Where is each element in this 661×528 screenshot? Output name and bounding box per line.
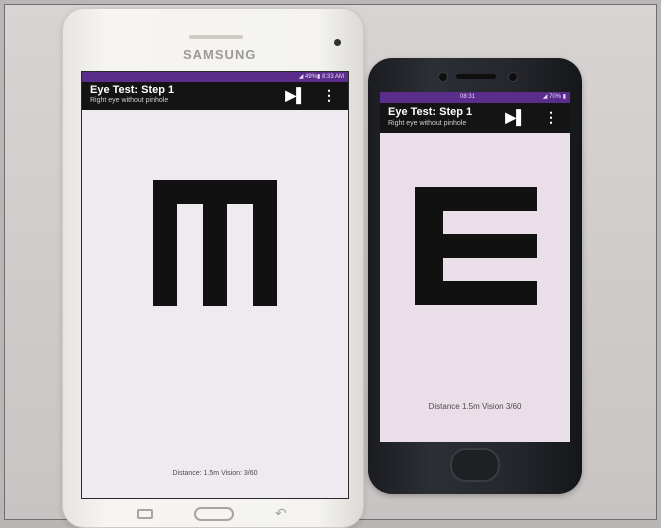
tablet-screen: ◢ 49%▮ 8:33 AM Eye Test: Step 1 Right ey… [81,71,349,499]
e-arm-bottom [415,281,537,305]
tablet-status-bar: ◢ 49%▮ 8:33 AM [82,72,348,82]
recent-apps-icon[interactable] [137,509,153,519]
e-arm-left [153,180,177,306]
overflow-menu-icon[interactable]: ⋮ [544,109,558,126]
tablet-app-bar: Eye Test: Step 1 Right eye without pinho… [82,82,348,110]
phone-app-bar: Eye Test: Step 1 Right eye without pinho… [380,103,570,133]
tablet-optotype-e[interactable] [153,180,277,306]
tablet-camera-icon [334,39,341,46]
phone-app-subtitle: Right eye without pinhole [388,120,467,127]
phone-app-title: Eye Test: Step 1 [388,106,473,118]
e-arm-middle [415,234,537,258]
tablet-distance-vision-text: Distance: 1.5m Vision: 3/60 [172,470,258,477]
tablet-app-subtitle: Right eye without pinhole [90,97,169,104]
phone-status-bar: 08:31 ◢ 70% ▮ [380,92,570,103]
skip-next-icon[interactable]: ▶▌ [285,87,306,104]
e-arm-top [415,187,537,211]
e-arm-middle [203,180,227,306]
phone-front-camera-icon [508,72,518,82]
tablet-home-button[interactable] [194,507,234,521]
photo-frame: SAMSUNG ◢ 49%▮ 8:33 AM Eye Test: Step 1 … [0,0,661,528]
skip-next-icon[interactable]: ▶▌ [505,109,526,126]
tablet-app-title: Eye Test: Step 1 [90,84,175,96]
tablet-status-indicators: ◢ 49%▮ 8:33 AM [298,74,344,80]
phone-status-indicators: ◢ 70% ▮ [542,94,566,100]
phone-home-button[interactable] [450,448,500,482]
phone-device: 08:31 ◢ 70% ▮ Eye Test: Step 1 Right eye… [368,58,582,494]
tablet-brand-logo: SAMSUNG [183,47,257,62]
tablet-speaker [189,35,243,39]
phone-earpiece [456,74,496,79]
overflow-menu-icon[interactable]: ⋮ [322,87,336,104]
phone-optotype-e[interactable] [415,187,537,305]
phone-sensor-icon [438,72,448,82]
phone-screen: 08:31 ◢ 70% ▮ Eye Test: Step 1 Right eye… [380,92,570,442]
tablet-device: SAMSUNG ◢ 49%▮ 8:33 AM Eye Test: Step 1 … [62,8,364,528]
e-arm-right [253,180,277,306]
phone-status-time: 08:31 [460,94,476,100]
back-icon[interactable]: ↶ [275,505,287,522]
phone-distance-vision-text: Distance 1.5m Vision 3/60 [428,402,522,411]
